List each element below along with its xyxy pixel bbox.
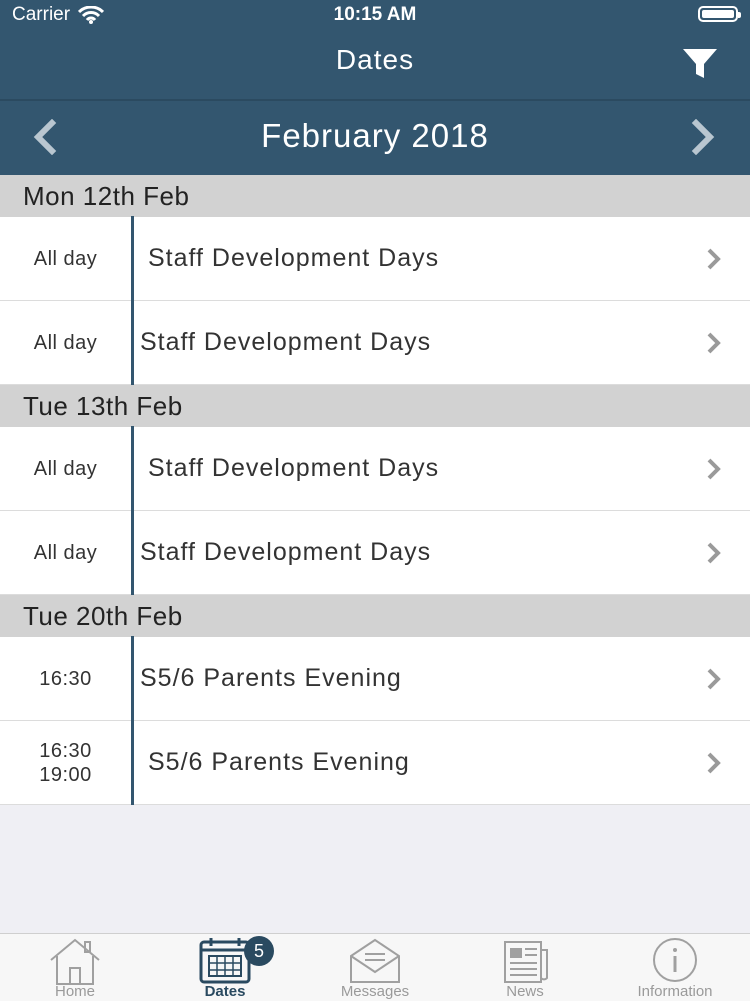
next-month-button[interactable] xyxy=(684,118,720,156)
event-time: All day xyxy=(0,301,131,384)
envelope-icon xyxy=(350,938,400,983)
status-bar: Carrier 10:15 AM xyxy=(0,0,750,30)
chevron-right-icon xyxy=(691,118,715,156)
date-header: Tue 13th Feb xyxy=(0,385,750,427)
chevron-right-icon xyxy=(707,248,721,270)
event-start-time: 16:30 xyxy=(39,667,92,690)
event-row[interactable]: All day Staff Development Days xyxy=(0,426,750,511)
chevron-right-icon xyxy=(707,542,721,564)
date-header: Tue 20th Feb xyxy=(0,595,750,637)
info-icon xyxy=(653,938,697,982)
chevron-right-icon xyxy=(707,668,721,690)
event-time: All day xyxy=(0,217,131,300)
tab-messages[interactable]: Messages xyxy=(300,934,450,1001)
event-title: Staff Development Days xyxy=(148,244,440,272)
tab-label: Dates xyxy=(204,983,246,1000)
tab-label: Home xyxy=(54,983,95,1000)
tab-label: News xyxy=(506,983,544,1000)
newspaper-icon xyxy=(504,941,548,983)
event-title: Staff Development Days xyxy=(148,454,440,482)
filter-button[interactable] xyxy=(680,44,720,84)
event-title: S5/6 Parents Evening xyxy=(148,748,410,776)
unread-badge: 5 xyxy=(244,936,274,966)
month-label: February 2018 xyxy=(261,117,489,154)
timeline-bar xyxy=(131,510,134,595)
event-time: 16:30 19:00 xyxy=(0,721,131,804)
event-list: Mon 12th Feb All day Staff Development D… xyxy=(0,175,750,805)
event-time: All day xyxy=(0,427,131,510)
event-title: Staff Development Days xyxy=(140,538,432,566)
tab-label: Information xyxy=(637,983,713,1000)
event-end-time: 19:00 xyxy=(39,763,92,786)
timeline-bar xyxy=(131,636,134,721)
event-time: 16:30 xyxy=(0,637,131,720)
timeline-bar xyxy=(131,426,134,511)
timeline-bar xyxy=(131,216,134,301)
chevron-right-icon xyxy=(707,458,721,480)
nav-bar: Dates xyxy=(0,30,750,98)
battery-icon xyxy=(698,6,741,22)
month-selector: February 2018 xyxy=(0,101,750,175)
event-row[interactable]: All day Staff Development Days xyxy=(0,510,750,595)
event-row[interactable]: All day Staff Development Days xyxy=(0,300,750,385)
tab-news[interactable]: News xyxy=(450,934,600,1001)
tab-dates[interactable]: Dates xyxy=(150,934,300,1001)
event-start-time: All day xyxy=(33,247,98,270)
timeline-bar xyxy=(131,720,134,805)
tab-home[interactable]: Home xyxy=(0,934,150,1001)
event-start-time: All day xyxy=(33,541,98,564)
event-start-time: All day xyxy=(33,457,98,480)
timeline-bar xyxy=(131,300,134,385)
event-row[interactable]: 16:30 S5/6 Parents Evening xyxy=(0,636,750,721)
chevron-right-icon xyxy=(707,752,721,774)
date-header: Mon 12th Feb xyxy=(0,175,750,217)
page-title: Dates xyxy=(335,44,415,75)
event-title: Staff Development Days xyxy=(140,328,432,356)
clock: 10:15 AM xyxy=(333,4,417,25)
event-row[interactable]: All day Staff Development Days xyxy=(0,216,750,301)
event-start-time: All day xyxy=(33,331,98,354)
tab-information[interactable]: Information xyxy=(600,934,750,1001)
event-start-time: 16:30 xyxy=(39,739,92,762)
tab-label: Messages xyxy=(340,983,410,1000)
filter-icon xyxy=(683,49,717,78)
top-bar: Carrier 10:15 AM Dates February 2018 xyxy=(0,0,750,175)
chevron-right-icon xyxy=(707,332,721,354)
event-time: All day xyxy=(0,511,131,594)
event-title: S5/6 Parents Evening xyxy=(140,664,402,692)
event-row[interactable]: 16:30 19:00 S5/6 Parents Evening xyxy=(0,720,750,805)
tab-bar: Home Dates Messages 5 News Information xyxy=(0,933,750,1001)
home-icon xyxy=(50,938,100,985)
